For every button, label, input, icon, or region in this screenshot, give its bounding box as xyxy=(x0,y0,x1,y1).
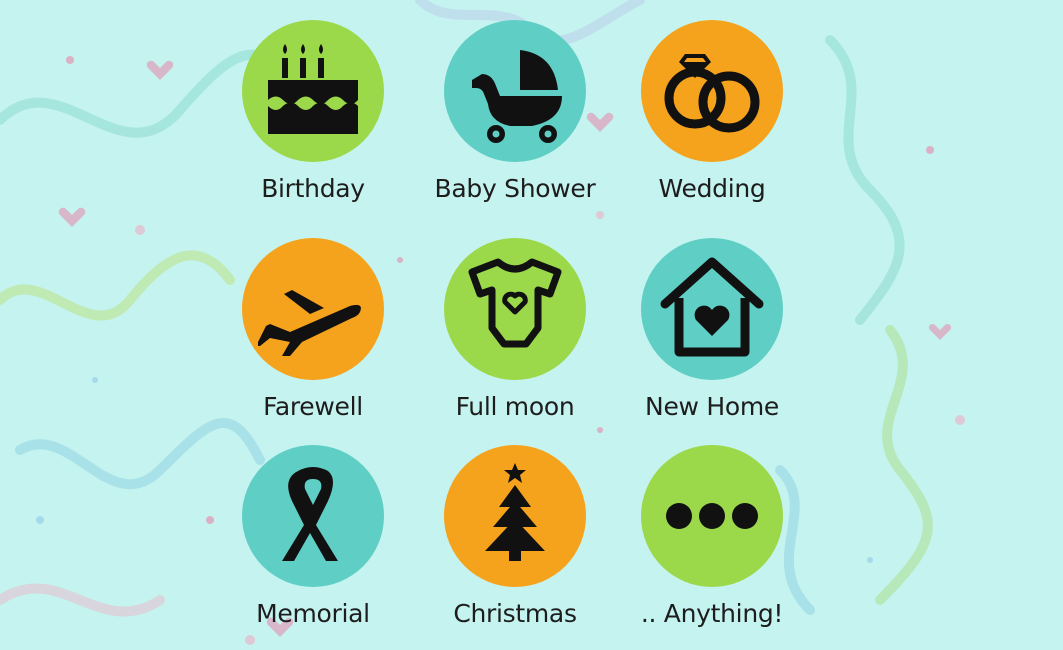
occasion-grid: Birthday Baby Shower Wedding Farewell Fu… xyxy=(0,0,1063,650)
occasion-label: Full moon xyxy=(455,392,575,421)
occasion-label: Memorial xyxy=(256,599,370,628)
birthday-cake-icon xyxy=(268,44,358,134)
occasion-circle[interactable] xyxy=(242,238,384,380)
occasion-circle[interactable] xyxy=(641,238,783,380)
occasion-full-moon[interactable]: Full moon xyxy=(425,238,605,421)
occasion-label: Baby Shower xyxy=(434,174,596,203)
occasion-circle[interactable] xyxy=(444,238,586,380)
more-dots-icon xyxy=(666,503,758,529)
occasion-circle[interactable] xyxy=(641,20,783,162)
wedding-rings-icon xyxy=(664,54,760,133)
house-heart-icon xyxy=(660,257,764,357)
occasion-birthday[interactable]: Birthday xyxy=(223,20,403,203)
baby-onesie-icon xyxy=(468,258,562,348)
occasion-circle[interactable] xyxy=(444,445,586,587)
awareness-ribbon-icon xyxy=(282,467,338,561)
occasion-circle[interactable] xyxy=(242,20,384,162)
occasion-memorial[interactable]: Memorial xyxy=(223,445,403,628)
occasion-christmas[interactable]: Christmas xyxy=(425,445,605,628)
occasion-baby-shower[interactable]: Baby Shower xyxy=(425,20,605,203)
occasion-label: Christmas xyxy=(453,599,577,628)
occasion-circle[interactable] xyxy=(242,445,384,587)
occasion-label: .. Anything! xyxy=(640,599,784,628)
occasion-wedding[interactable]: Wedding xyxy=(622,20,802,203)
occasion-anything[interactable]: .. Anything! xyxy=(622,445,802,628)
occasion-new-home[interactable]: New Home xyxy=(622,238,802,421)
christmas-tree-icon xyxy=(485,463,545,561)
occasion-farewell[interactable]: Farewell xyxy=(223,238,403,421)
occasion-label: Farewell xyxy=(263,392,363,421)
airplane-icon xyxy=(258,290,361,356)
occasion-label: New Home xyxy=(645,392,779,421)
occasion-circle[interactable] xyxy=(641,445,783,587)
occasion-label: Wedding xyxy=(658,174,766,203)
baby-stroller-icon xyxy=(472,50,562,143)
occasion-label: Birthday xyxy=(261,174,365,203)
occasion-circle[interactable] xyxy=(444,20,586,162)
